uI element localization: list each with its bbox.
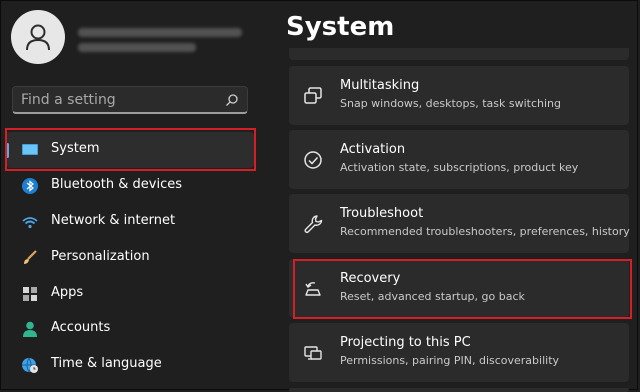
sidebar-item-personalization[interactable]: Personalization [6, 240, 254, 276]
sidebar-item-bluetooth[interactable]: Bluetooth & devices [6, 168, 254, 204]
recovery-icon [305, 282, 321, 296]
globe-clock-icon [22, 357, 38, 373]
multitasking-icon [304, 87, 322, 104]
sidebar-item-label: Personalization [51, 249, 150, 264]
card-subtitle: Recommended troubleshooters, preferences… [340, 225, 630, 238]
check-circle-icon [304, 151, 322, 169]
sidebar-item-system[interactable]: System [6, 132, 254, 168]
card-subtitle: Reset, advanced startup, go back [340, 290, 525, 303]
settings-card-partial [289, 48, 629, 60]
sidebar-item-label: Time & language [51, 356, 162, 371]
account-email-redacted [78, 28, 242, 37]
sidebar-item-label: Apps [51, 285, 84, 300]
card-projecting[interactable]: Projecting to this PC Permissions, pairi… [289, 323, 629, 382]
card-subtitle: Activation state, subscriptions, product… [340, 161, 579, 174]
wrench-icon [304, 215, 323, 233]
selection-indicator [6, 143, 9, 158]
card-subtitle: Snap windows, desktops, task switching [340, 97, 562, 110]
sidebar-item-label: Accounts [51, 320, 111, 335]
account-email-redacted [78, 43, 196, 52]
apps-icon [23, 287, 37, 301]
avatar[interactable] [11, 10, 65, 64]
card-troubleshoot[interactable]: Troubleshoot Recommended troubleshooters… [289, 194, 630, 253]
search-box[interactable]: Find a setting [12, 86, 248, 114]
card-recovery[interactable]: Recovery Reset, advanced startup, go bac… [289, 259, 629, 318]
sidebar-item-label: System [51, 141, 100, 156]
card-title: Projecting to this PC [340, 335, 471, 350]
sidebar-item-apps[interactable]: Apps [6, 276, 254, 312]
person-icon [23, 321, 37, 337]
card-subtitle: Permissions, pairing PIN, discoverabilit… [340, 354, 560, 367]
sidebar: Find a setting System Bluetooth & device… [0, 0, 268, 392]
card-title: Activation [340, 142, 406, 157]
card-title: Multitasking [340, 78, 420, 93]
sidebar-item-network[interactable]: Network & internet [6, 204, 254, 240]
bluetooth-icon [22, 178, 38, 194]
search-icon[interactable] [225, 93, 239, 107]
card-activation[interactable]: Activation Activation state, subscriptio… [289, 130, 629, 189]
page-title: System [286, 12, 395, 42]
monitor-icon [22, 144, 38, 155]
wifi-icon [22, 217, 38, 229]
sidebar-item-label: Network & internet [51, 213, 176, 228]
search-input[interactable]: Find a setting [21, 92, 116, 108]
sidebar-item-time-language[interactable]: Time & language [6, 347, 254, 383]
card-multitasking[interactable]: Multitasking Snap windows, desktops, tas… [289, 66, 629, 125]
card-title: Troubleshoot [340, 206, 424, 221]
person-icon [26, 24, 50, 51]
card-title: Recovery [340, 271, 401, 286]
sidebar-item-accounts[interactable]: Accounts [6, 311, 254, 347]
settings-card-partial [289, 388, 629, 392]
projecting-icon [304, 346, 322, 360]
sidebar-item-label: Bluetooth & devices [51, 177, 182, 192]
brush-icon [24, 250, 37, 264]
